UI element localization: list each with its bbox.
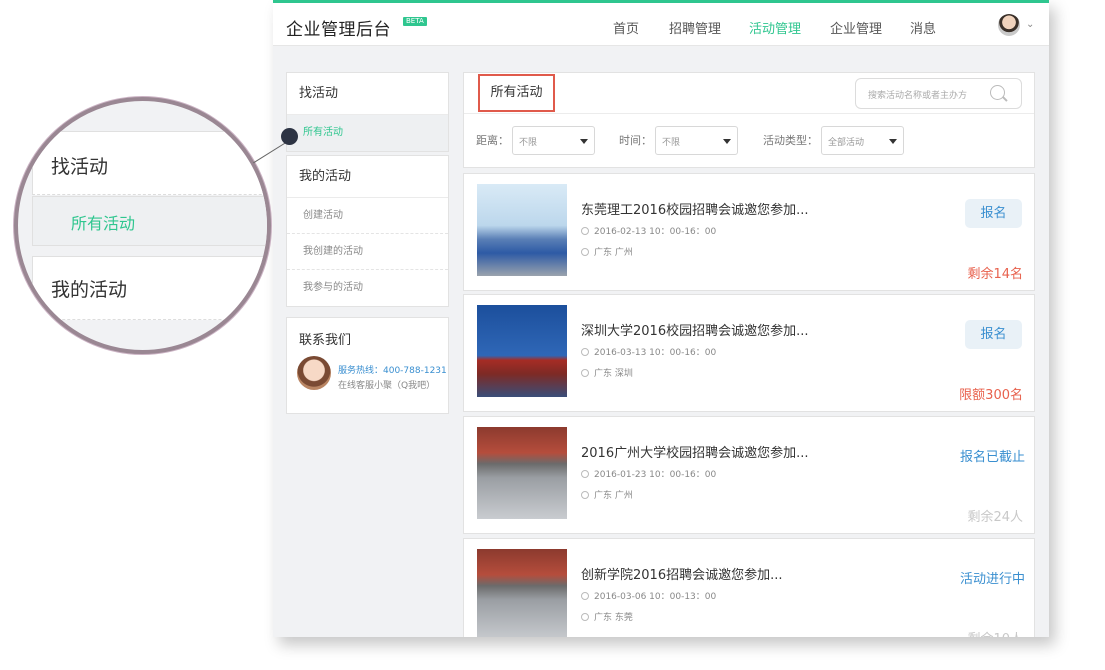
event-date-text: 2016-03-13 10：00-16：00	[594, 348, 717, 358]
nav-home[interactable]: 首页	[613, 18, 639, 37]
lens-find-events: 找活动	[32, 131, 267, 195]
dropdown-arrow-icon	[723, 139, 731, 144]
event-location: 广东 深圳	[581, 366, 633, 379]
event-title[interactable]: 2016广州大学校园招聘会诚邀您参加...	[581, 442, 808, 461]
event-title[interactable]: 创新学院2016招聘会诚邀您参加...	[581, 564, 782, 583]
event-location: 广东 广州	[581, 488, 633, 501]
event-date-text: 2016-02-13 10：00-16：00	[594, 227, 717, 237]
clock-icon	[581, 348, 589, 356]
clock-icon	[581, 592, 589, 600]
clock-icon	[581, 227, 589, 235]
online-service-link[interactable]: 在线客服小聚（Q我吧）	[338, 378, 435, 391]
location-icon	[581, 369, 589, 377]
time-select[interactable]: 不限	[655, 126, 738, 155]
app-logo[interactable]: 企业管理后台	[286, 15, 391, 40]
service-avatar	[297, 356, 331, 390]
distance-label: 距离：	[476, 134, 509, 147]
signup-button[interactable]: 报名	[965, 199, 1022, 228]
admin-window: 企业管理后台 BETA 首页 招聘管理 活动管理 企业管理 消息 ⌄ 找活动 所…	[273, 0, 1049, 637]
find-events-box: 找活动 所有活动	[286, 72, 449, 152]
mockup-canvas: 企业管理后台 BETA 首页 招聘管理 活动管理 企业管理 消息 ⌄ 找活动 所…	[0, 0, 1105, 670]
signup-closed-status: 报名已截止	[960, 450, 1026, 465]
event-date: 2016-03-13 10：00-16：00	[581, 345, 716, 358]
sidebar-item-all-events[interactable]: 所有活动	[287, 115, 448, 151]
filter-panel: 所有活动 搜索活动名称或者主办方 距离： 不限 时间： 不限 活动类型： 全部活…	[463, 72, 1035, 168]
dropdown-arrow-icon	[580, 139, 588, 144]
nav-company[interactable]: 企业管理	[830, 18, 882, 37]
search-input[interactable]: 搜索活动名称或者主办方	[855, 78, 1022, 109]
quota-text: 限额300名	[959, 388, 1023, 403]
event-title[interactable]: 东莞理工2016校园招聘会诚邀您参加...	[581, 199, 808, 218]
distance-select[interactable]: 不限	[512, 126, 595, 155]
type-label: 活动类型：	[763, 134, 818, 147]
divider	[464, 113, 1034, 114]
dropdown-arrow-icon	[889, 139, 897, 144]
event-card[interactable]: 创新学院2016招聘会诚邀您参加... 2016-03-06 10：00-13：…	[463, 538, 1035, 637]
search-icon[interactable]	[990, 85, 1005, 100]
lens-my-events: 我的活动	[32, 256, 267, 320]
event-card[interactable]: 深圳大学2016校园招聘会诚邀您参加... 2016-03-13 10：00-1…	[463, 294, 1035, 412]
quota-text: 剩余14名	[967, 267, 1023, 282]
tab-all-events[interactable]: 所有活动	[478, 74, 555, 112]
search-placeholder: 搜索活动名称或者主办方	[868, 91, 968, 101]
event-location-text: 广东 广州	[594, 491, 633, 501]
nav-events[interactable]: 活动管理	[749, 18, 801, 37]
event-date-text: 2016-01-23 10：00-16：00	[594, 470, 717, 480]
time-value: 不限	[662, 138, 681, 148]
event-thumbnail[interactable]	[477, 305, 567, 397]
location-icon	[581, 491, 589, 499]
contact-title: 联系我们	[299, 333, 352, 348]
event-card[interactable]: 2016广州大学校园招聘会诚邀您参加... 2016-01-23 10：00-1…	[463, 416, 1035, 534]
sidebar-item-create-event[interactable]: 创建活动	[287, 198, 448, 234]
event-title[interactable]: 深圳大学2016校园招聘会诚邀您参加...	[581, 320, 808, 339]
event-location: 广东 东莞	[581, 610, 633, 623]
hotline-text[interactable]: 服务热线：400-788-1231	[338, 363, 447, 376]
type-value: 全部活动	[828, 138, 865, 148]
beta-badge: BETA	[403, 17, 427, 26]
callout-dot	[281, 128, 298, 145]
event-location-text: 广东 广州	[594, 248, 633, 258]
location-icon	[581, 248, 589, 256]
nav-recruit[interactable]: 招聘管理	[669, 18, 721, 37]
chevron-down-icon[interactable]: ⌄	[1026, 19, 1034, 30]
my-events-box: 我的活动 创建活动 我创建的活动 我参与的活动	[286, 155, 449, 307]
distance-value: 不限	[519, 138, 538, 148]
event-card[interactable]: 东莞理工2016校园招聘会诚邀您参加... 2016-02-13 10：00-1…	[463, 173, 1035, 291]
magnifier-lens: 找活动 所有活动 我的活动	[14, 97, 271, 354]
nav-messages[interactable]: 消息	[910, 18, 936, 37]
event-location-text: 广东 东莞	[594, 613, 633, 623]
sidebar-item-joined-events[interactable]: 我参与的活动	[287, 270, 448, 306]
event-location-text: 广东 深圳	[594, 369, 633, 379]
in-progress-status: 活动进行中	[960, 572, 1026, 587]
contact-box: 联系我们 服务热线：400-788-1231 在线客服小聚（Q我吧）	[286, 317, 449, 414]
location-icon	[581, 613, 589, 621]
user-avatar[interactable]	[998, 14, 1020, 36]
event-location: 广东 广州	[581, 245, 633, 258]
type-select[interactable]: 全部活动	[821, 126, 904, 155]
top-header: 企业管理后台 BETA 首页 招聘管理 活动管理 企业管理 消息 ⌄	[273, 3, 1049, 46]
event-thumbnail[interactable]	[477, 549, 567, 637]
time-label: 时间：	[619, 134, 652, 147]
clock-icon	[581, 470, 589, 478]
lens-all-events: 所有活动	[32, 196, 267, 246]
event-date: 2016-02-13 10：00-16：00	[581, 224, 716, 237]
find-events-title: 找活动	[287, 73, 448, 115]
my-events-title: 我的活动	[287, 156, 448, 198]
sidebar-item-created-events[interactable]: 我创建的活动	[287, 234, 448, 270]
event-date-text: 2016-03-06 10：00-13：00	[594, 592, 717, 602]
event-date: 2016-01-23 10：00-16：00	[581, 467, 716, 480]
event-thumbnail[interactable]	[477, 184, 567, 276]
quota-text: 剩余10人	[967, 628, 1023, 637]
event-date: 2016-03-06 10：00-13：00	[581, 589, 716, 602]
signup-button[interactable]: 报名	[965, 320, 1022, 349]
event-thumbnail[interactable]	[477, 427, 567, 519]
quota-text: 剩余24人	[967, 510, 1023, 525]
